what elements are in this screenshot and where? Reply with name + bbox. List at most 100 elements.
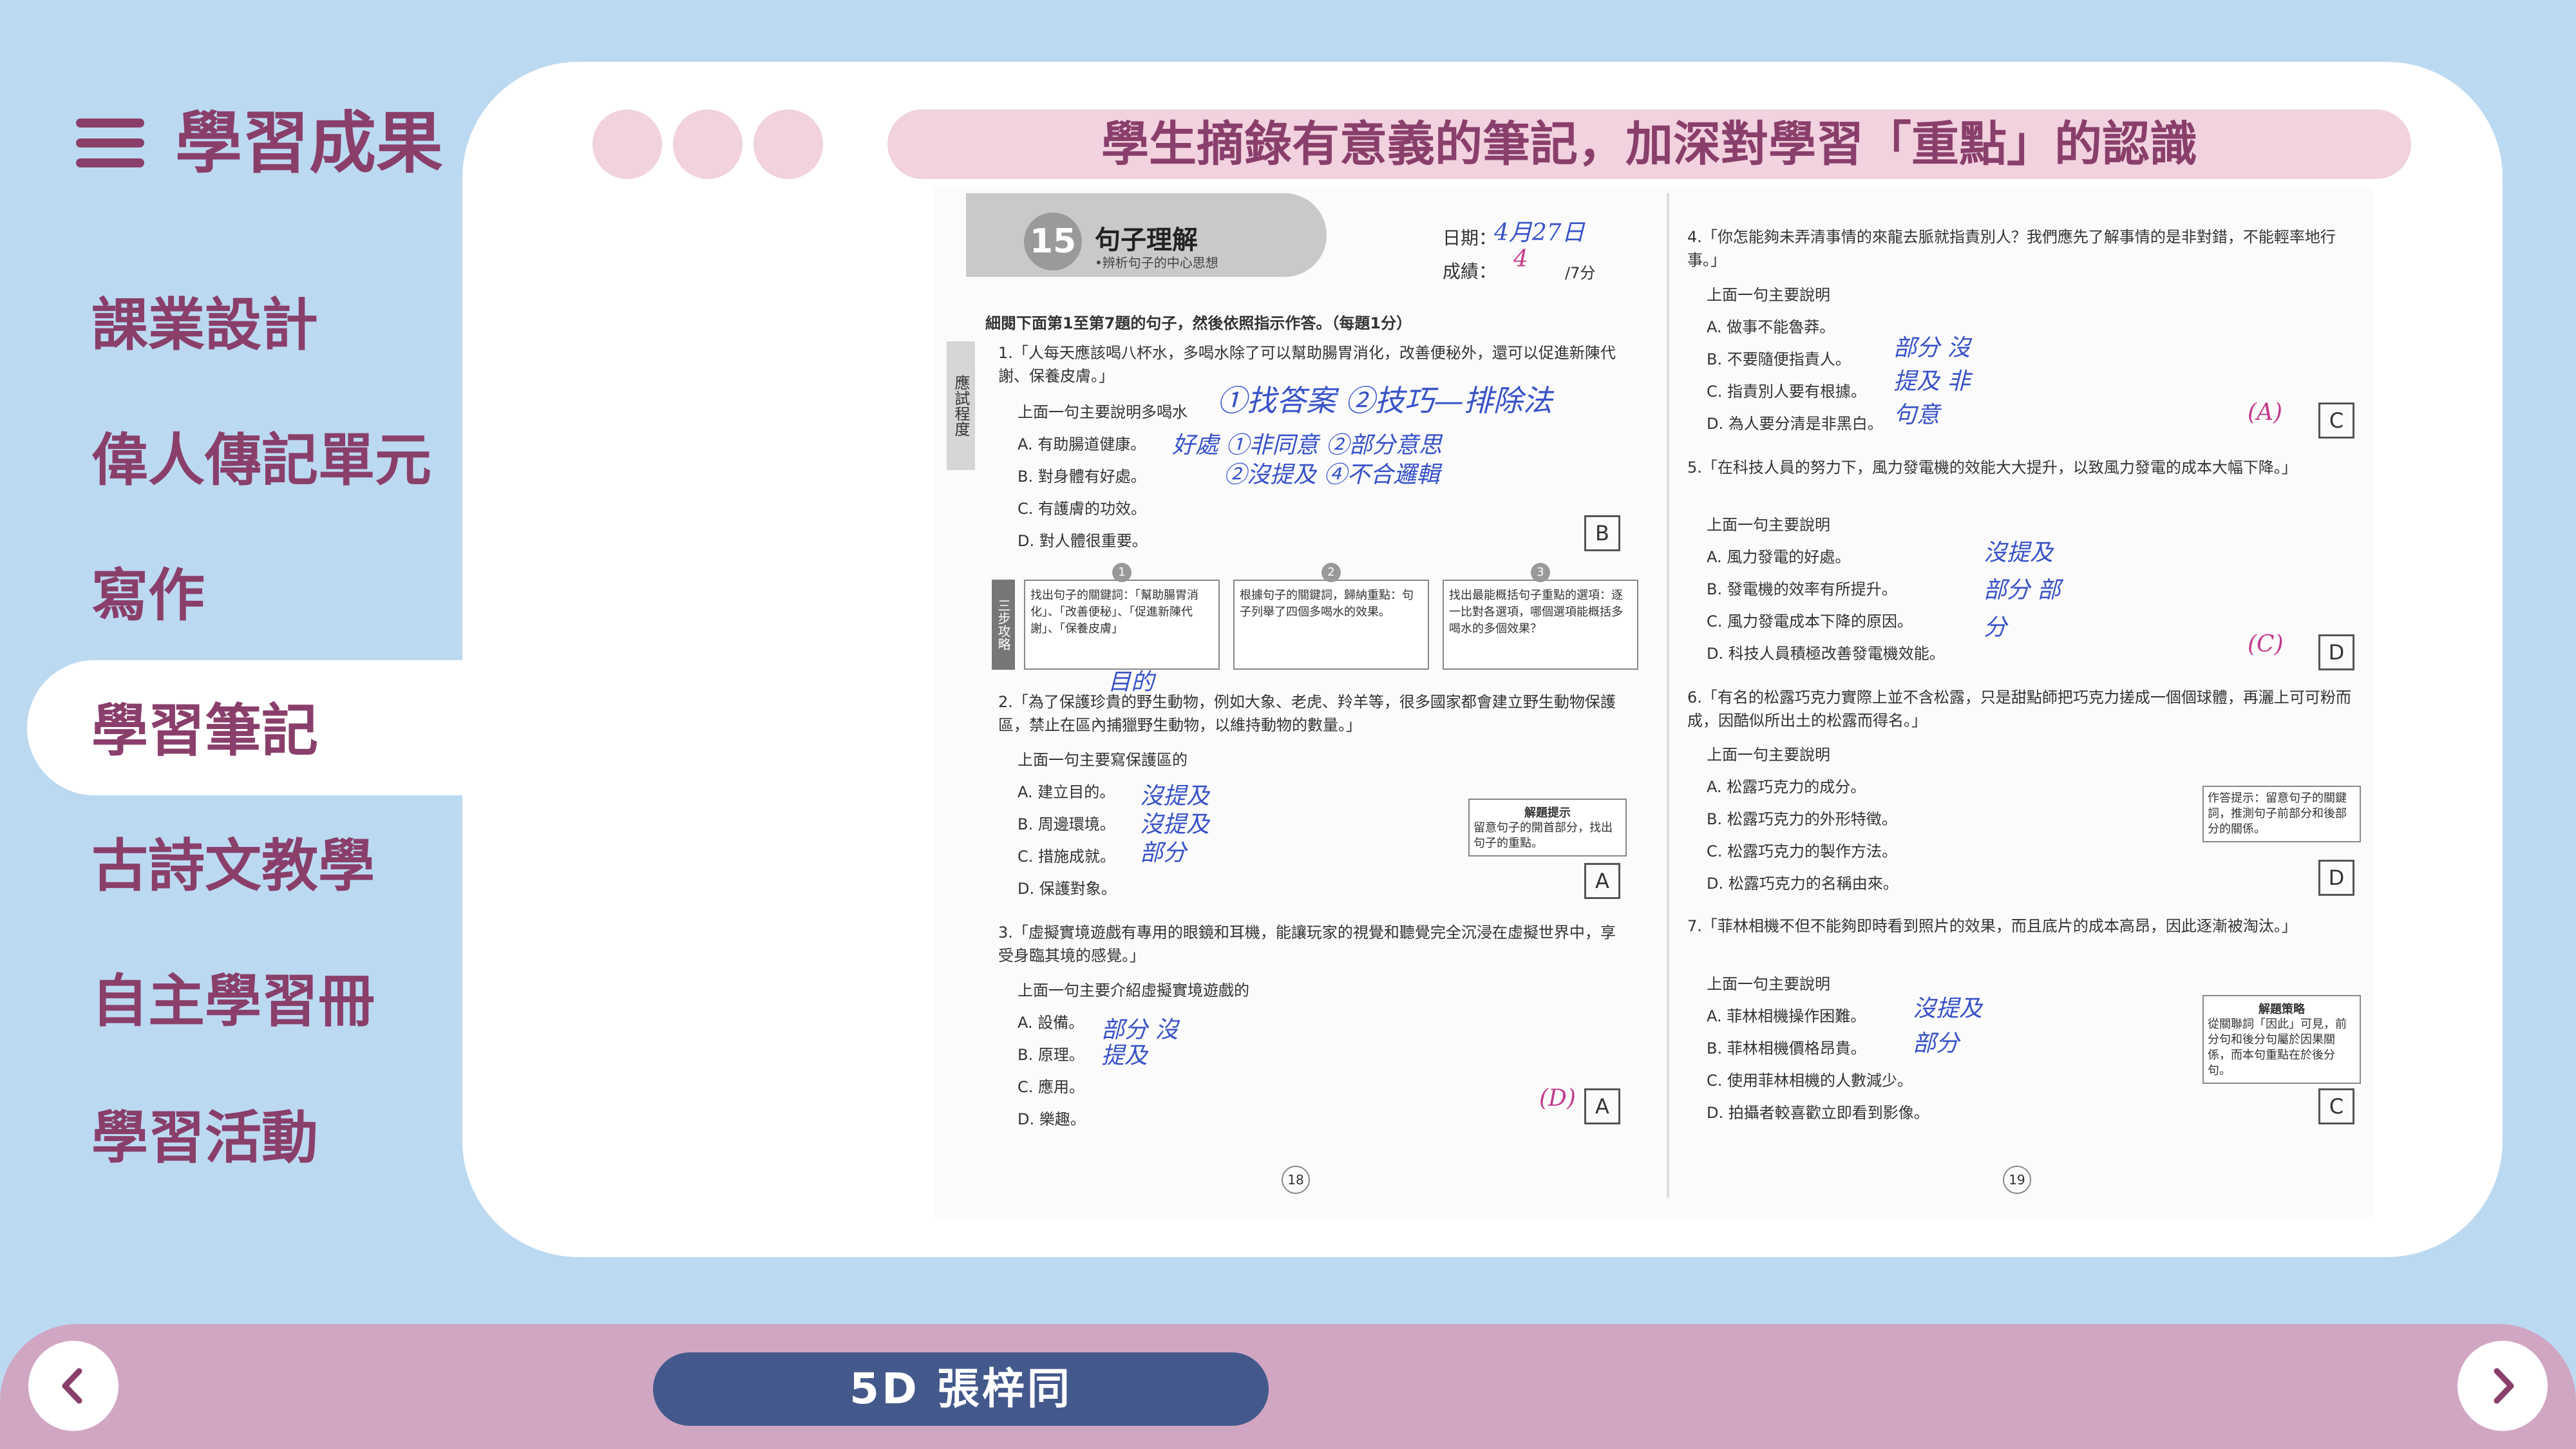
content-banner: 學生摘錄有意義的筆記，加深對學習「重點」的認識	[887, 109, 2411, 179]
question-5-prompt: 上面一句主要說明	[1707, 516, 1830, 534]
q1-handwritten-note: ②沒提及 ④不合邏輯	[1224, 462, 1440, 488]
q5-option-a: A. 風力發電的好處。	[1707, 548, 1851, 566]
q1-option-a: A. 有助腸道健康。	[1018, 435, 1146, 453]
sidebar-item-lesson-design[interactable]: 課業設計	[91, 290, 318, 361]
q1-handwritten-note: 好處 ①非同意 ②部分意思	[1172, 432, 1442, 459]
q7-hint-title: 解題策略	[2259, 1003, 2305, 1016]
question-2-prompt: 上面一句主要寫保護區的	[1018, 751, 1188, 769]
q1-answer-box: B	[1584, 515, 1620, 551]
sidebar-item-biography-unit[interactable]: 偉人傳記單元	[91, 425, 431, 496]
question-7: 7.「菲林相機不但不能夠即時看到照片的效果，而且底片的成本高昂，因此逐漸被淘汰。…	[1687, 917, 2297, 935]
q6-option-a: A. 松露巧克力的成分。	[1707, 778, 1866, 796]
sidebar-item-classical-poetry[interactable]: 古詩文教學	[91, 831, 375, 902]
side-tab: 應試程度	[947, 341, 975, 470]
step-box: 3 找出最能概括句子重點的選項：逐一比對各選項，哪個選項能概括多喝水的多個效果？	[1443, 563, 1638, 670]
step-number: 3	[1531, 563, 1550, 582]
q6-hint-text: 作答提示：留意句子的關鍵詞，推測句子前部分和後部分的關係。	[2208, 791, 2347, 836]
step-number: 2	[1321, 563, 1341, 582]
q3-wrong-answer: (D)	[1539, 1085, 1576, 1112]
q5-option-c: C. 風力發電成本下降的原因。	[1707, 612, 1913, 630]
question-4: 4.「你怎能夠未弄清事情的來龍去脈就指責別人？我們應先了解事情的是非對錯，不能輕…	[1687, 228, 2336, 269]
q6-option-b: B. 松露巧克力的外形特徵。	[1707, 810, 1897, 828]
step-number: 1	[1112, 563, 1132, 582]
previous-button[interactable]	[28, 1341, 118, 1431]
q2-option-c: C. 措施成就。	[1018, 848, 1116, 866]
step-text: 根據句子的關鍵詞，歸納重點：句子列舉了四個多喝水的效果。	[1240, 589, 1414, 619]
q3-option-d: D. 樂趣。	[1018, 1110, 1086, 1128]
q2-hint-title: 解題提示	[1524, 806, 1571, 820]
q2-hint-box: 解題提示 留意句子的開首部分，找出句子的重點。	[1468, 799, 1627, 857]
question-6: 6.「有名的松露巧克力實際上並不含松露，只是甜點師把巧克力搓成一個個球體，再灑上…	[1687, 688, 2351, 730]
q4-option-c: C. 指責別人要有根據。	[1707, 383, 1867, 401]
q4-option-b: B. 不要隨便指責人。	[1707, 350, 1851, 368]
question-6-prompt: 上面一句主要說明	[1707, 746, 1830, 764]
chevron-left-icon	[62, 1368, 82, 1404]
q1-option-b: B. 對身體有好處。	[1018, 468, 1146, 486]
q2-handwritten-note: 沒提及 沒提及 部分	[1140, 783, 1210, 866]
score-total: /7分	[1565, 264, 1596, 282]
worksheet-page-left: 15 句子理解 •辨析句子的中心思想 日期： 4月27日 成績： 4 /7分 應…	[947, 187, 1655, 1217]
question-3: 3.「虛擬實境遊戲有專用的眼鏡和耳機，能讓玩家的視覺和聽覺完全沉浸在虛擬世界中，…	[998, 923, 1616, 965]
q4-answer-box: C	[2318, 402, 2354, 439]
footer-bar	[0, 1324, 2576, 1449]
chevron-right-icon	[2494, 1368, 2514, 1404]
date-label: 日期：	[1443, 227, 1497, 249]
app-window: 學習成果 課業設計 偉人傳記單元 寫作 學習筆記 古詩文教學 自主學習冊 學習活…	[0, 0, 2576, 1449]
q2-option-a: A. 建立目的。	[1018, 783, 1115, 801]
step-box: 2 根據句子的關鍵詞，歸納重點：句子列舉了四個多喝水的效果。	[1233, 563, 1429, 670]
question-2: 2.「為了保護珍貴的野生動物，例如大象、老虎、羚羊等，很多國家都會建立野生動物保…	[998, 693, 1616, 734]
q6-answer-box: D	[2318, 860, 2354, 896]
lesson-number: 15	[1024, 213, 1082, 270]
page-fold	[1667, 193, 1669, 1198]
lesson-header: 15 句子理解 •辨析句子的中心思想	[966, 193, 1327, 277]
q4-wrong-answer: (A)	[2248, 399, 2283, 426]
q5-option-b: B. 發電機的效率有所提升。	[1707, 580, 1897, 598]
q4-option-a: A. 做事不能魯莽。	[1707, 318, 1835, 336]
q1-option-d: D. 對人體很重要。	[1018, 532, 1148, 550]
q5-handwritten-note: 沒提及 部分 部分	[1984, 540, 2061, 641]
q4-option-d: D. 為人要分清是非黑白。	[1707, 415, 1883, 433]
instruction: 細閱下面第1至第7題的句子，然後依照指示作答。（每題1分）	[985, 314, 1412, 332]
q2-hint-text: 留意句子的開首部分，找出句子的重點。	[1473, 821, 1613, 850]
q2-option-d: D. 保護對象。	[1018, 880, 1117, 898]
q6-option-d: D. 松露巧克力的名稱由來。	[1707, 875, 1899, 893]
sidebar-item-study-notes[interactable]: 學習筆記	[91, 696, 318, 766]
next-button[interactable]	[2458, 1341, 2548, 1431]
question-7-prompt: 上面一句主要說明	[1707, 975, 1830, 993]
q3-answer-box: A	[1584, 1088, 1620, 1124]
lesson-title: 句子理解	[1095, 225, 1198, 255]
sidebar-item-learning-activities[interactable]: 學習活動	[91, 1103, 318, 1173]
steps-tab: 三步攻略	[992, 580, 1015, 670]
q7-option-c: C. 使用菲林相機的人數減少。	[1707, 1072, 1913, 1090]
date-handwritten: 4月27日	[1494, 220, 1585, 246]
q1-option-c: C. 有護膚的功效。	[1018, 500, 1147, 518]
page-title: 學習成果	[175, 104, 444, 182]
student-name-badge: 5D 張梓同	[653, 1352, 1269, 1426]
lesson-subtitle: •辨析句子的中心思想	[1095, 255, 1218, 270]
q7-answer-box: C	[2318, 1088, 2354, 1124]
score-handwritten: 4	[1513, 246, 1528, 272]
decorative-dot	[592, 109, 662, 179]
page-number: 18	[1282, 1166, 1310, 1194]
q5-answer-box: D	[2318, 634, 2354, 670]
step-text: 找出句子的關鍵詞：「幫助腸胃消化」、「改善便秘」、「促進新陳代謝」、「保養皮膚」	[1030, 589, 1198, 636]
question-1-prompt: 上面一句主要說明多喝水	[1018, 403, 1188, 421]
q6-option-c: C. 松露巧克力的製作方法。	[1707, 842, 1898, 860]
hamburger-menu-icon[interactable]	[76, 118, 144, 167]
q3-option-c: C. 應用。	[1018, 1078, 1085, 1096]
question-4-prompt: 上面一句主要說明	[1707, 286, 1830, 304]
question-3-prompt: 上面一句主要介紹虛擬實境遊戲的	[1018, 981, 1249, 999]
q2-answer-box: A	[1584, 863, 1620, 899]
three-step-strategy: 三步攻略 1 找出句子的關鍵詞：「幫助腸胃消化」、「改善便秘」、「促進新陳代謝」…	[992, 563, 1638, 670]
worksheet-page-right: 4.「你怎能夠未弄清事情的來龍去脈就指責別人？我們應先了解事情的是非對錯，不能輕…	[1681, 187, 2374, 1217]
score-label: 成績：	[1443, 261, 1497, 282]
step-box: 1 找出句子的關鍵詞：「幫助腸胃消化」、「改善便秘」、「促進新陳代謝」、「保養皮…	[1024, 563, 1220, 670]
q3-handwritten-note: 部分 沒提及	[1101, 1017, 1179, 1069]
sidebar-item-self-learning-book[interactable]: 自主學習冊	[91, 966, 375, 1037]
q4-handwritten-note: 部分 沒提及 非句意	[1893, 335, 1971, 428]
q7-hint-text: 從關聯詞「因此」可見，前分句和後分句屬於因果關係，而本句重點在於後分句。	[2208, 1018, 2347, 1077]
q6-hint-box: 作答提示：留意句子的關鍵詞，推測句子前部分和後部分的關係。	[2202, 786, 2361, 842]
q7-option-d: D. 拍攝者較喜歡立即看到影像。	[1707, 1104, 1929, 1122]
step-text: 找出最能概括句子重點的選項：逐一比對各選項，哪個選項能概括多喝水的多個效果？	[1449, 589, 1623, 636]
sidebar-item-writing[interactable]: 寫作	[91, 560, 205, 631]
